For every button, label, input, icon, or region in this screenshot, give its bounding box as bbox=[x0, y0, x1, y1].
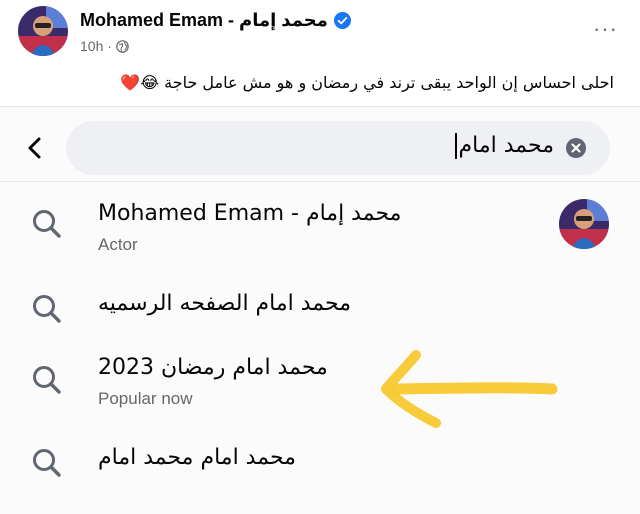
globe-icon bbox=[116, 39, 129, 53]
arrow-annotation-icon bbox=[381, 350, 558, 428]
search-icon bbox=[33, 295, 61, 323]
chevron-left-icon bbox=[28, 137, 41, 159]
result-subtitle: Popular now bbox=[98, 389, 193, 408]
result-title: محمد امام رمضان 2023 bbox=[98, 355, 328, 380]
result-title: محمد امام محمد امام bbox=[98, 445, 296, 470]
result-title: محمد امام الصفحه الرسميه bbox=[98, 291, 352, 316]
text-caret bbox=[454, 133, 457, 159]
search-result-item[interactable]: Mohamed Emam - محمد إمام Actor bbox=[0, 195, 640, 275]
result-avatar bbox=[559, 199, 609, 249]
more-options-button[interactable]: ··· bbox=[593, 18, 618, 40]
post-text: احلى احساس إن الواحد يبقى ترند في رمضان … bbox=[120, 73, 614, 92]
divider bbox=[0, 181, 640, 182]
search-input[interactable]: محمد امام bbox=[66, 121, 610, 175]
verified-badge-icon bbox=[333, 12, 351, 29]
search-result-item[interactable]: محمد امام محمد امام bbox=[0, 439, 640, 495]
profile-avatar[interactable] bbox=[18, 6, 68, 56]
author-name-text[interactable]: Mohamed Emam - محمد إمام bbox=[80, 10, 328, 31]
search-icon bbox=[33, 366, 61, 394]
post-time[interactable]: 10h · bbox=[80, 38, 112, 54]
result-subtitle: Actor bbox=[98, 235, 138, 254]
search-query-text: محمد امام bbox=[458, 133, 554, 158]
search-query[interactable]: محمد امام bbox=[454, 133, 554, 159]
clear-search-button[interactable] bbox=[566, 138, 586, 158]
back-button[interactable] bbox=[22, 135, 48, 161]
author-name[interactable]: Mohamed Emam - محمد إمام bbox=[80, 10, 351, 31]
result-title: Mohamed Emam - محمد إمام bbox=[98, 201, 402, 226]
clear-icon bbox=[566, 138, 586, 158]
post-meta: 10h · bbox=[80, 38, 129, 54]
post-header: Mohamed Emam - محمد إمام 10h · ··· احلى … bbox=[0, 0, 640, 106]
search-icon bbox=[33, 449, 61, 477]
search-icon bbox=[33, 210, 61, 238]
search-panel: محمد امام Mohamed Emam - محمد إمام Actor bbox=[0, 106, 640, 514]
search-result-item[interactable]: محمد امام الصفحه الرسميه bbox=[0, 283, 640, 339]
